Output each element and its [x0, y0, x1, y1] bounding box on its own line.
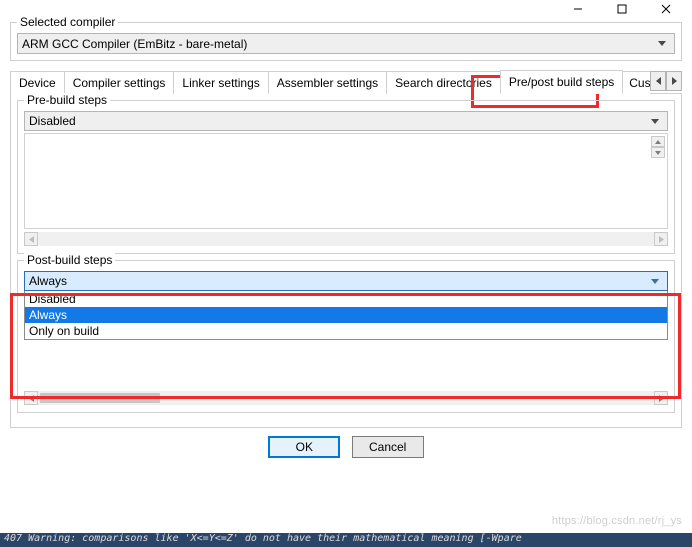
chevron-down-icon — [654, 41, 670, 46]
post-build-dropdown-list[interactable]: Disabled Always Only on build — [24, 291, 668, 340]
log-strip: 407 Warning: comparisons like 'X<=Y<=Z' … — [0, 533, 692, 547]
close-button[interactable] — [644, 0, 688, 18]
chevron-down-icon — [647, 119, 663, 124]
pre-build-mode-select[interactable]: Disabled — [24, 111, 668, 131]
scroll-up-icon[interactable] — [651, 136, 665, 147]
scroll-thumb[interactable] — [40, 393, 160, 403]
post-build-mode-select[interactable]: Always — [24, 271, 668, 291]
pre-build-label: Pre-build steps — [24, 93, 110, 107]
dialog-buttons: OK Cancel — [10, 428, 682, 464]
tab-linker-settings[interactable]: Linker settings — [173, 71, 268, 94]
cancel-button[interactable]: Cancel — [352, 436, 424, 458]
horizontal-scrollbar[interactable] — [24, 231, 668, 247]
post-build-mode-value: Always — [29, 274, 647, 288]
scroll-track[interactable] — [38, 391, 654, 405]
tab-custom-partial[interactable]: Custom v — [622, 71, 650, 94]
pre-build-mode-value: Disabled — [29, 114, 647, 128]
vertical-scrollbar[interactable] — [651, 136, 665, 158]
horizontal-scrollbar[interactable] — [24, 390, 668, 406]
tab-pre-post-build-steps[interactable]: Pre/post build steps — [500, 70, 623, 94]
selected-compiler-group: Selected compiler ARM GCC Compiler (EmBi… — [10, 22, 682, 61]
option-always[interactable]: Always — [25, 307, 667, 323]
compiler-select-value: ARM GCC Compiler (EmBitz - bare-metal) — [22, 37, 654, 51]
scroll-right-icon[interactable] — [654, 232, 668, 246]
maximize-button[interactable] — [600, 0, 644, 18]
option-disabled[interactable]: Disabled — [25, 291, 667, 307]
tab-scroll-right[interactable] — [666, 71, 682, 91]
post-build-group: Post-build steps Always Disabled Always … — [17, 260, 675, 413]
pre-build-textarea[interactable] — [24, 133, 668, 229]
ok-button[interactable]: OK — [268, 436, 340, 458]
option-only-on-build[interactable]: Only on build — [25, 323, 667, 339]
pre-build-group: Pre-build steps Disabled — [17, 100, 675, 254]
tab-scroll-buttons — [650, 71, 682, 91]
watermark-text: https://blog.csdn.net/rj_ys — [552, 515, 682, 527]
tab-body: Pre-build steps Disabled Post-build step… — [10, 94, 682, 428]
settings-tabs: Device Compiler settings Linker settings… — [10, 69, 682, 94]
scroll-left-icon[interactable] — [24, 391, 38, 405]
compiler-select[interactable]: ARM GCC Compiler (EmBitz - bare-metal) — [17, 33, 675, 54]
chevron-down-icon — [647, 279, 663, 284]
tab-device[interactable]: Device — [10, 71, 65, 94]
tab-assembler-settings[interactable]: Assembler settings — [268, 71, 387, 94]
scroll-left-icon[interactable] — [24, 232, 38, 246]
scroll-right-icon[interactable] — [654, 391, 668, 405]
scroll-down-icon[interactable] — [651, 147, 665, 158]
post-build-label: Post-build steps — [24, 253, 115, 267]
scroll-track[interactable] — [38, 232, 654, 246]
minimize-button[interactable] — [556, 0, 600, 18]
tab-compiler-settings[interactable]: Compiler settings — [64, 71, 175, 94]
tab-search-directories[interactable]: Search directories — [386, 71, 501, 94]
tab-scroll-left[interactable] — [650, 71, 666, 91]
selected-compiler-label: Selected compiler — [17, 15, 118, 29]
